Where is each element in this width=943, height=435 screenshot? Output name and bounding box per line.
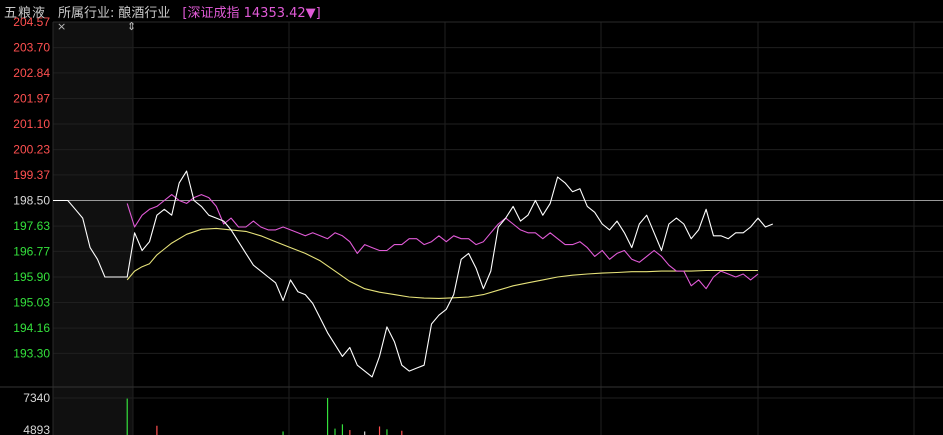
plot-background (53, 0, 943, 435)
price-axis-labels: 204.57203.70202.84201.97201.10200.23199.… (13, 15, 50, 360)
price-tick-label: 198.50 (13, 194, 50, 208)
price-tick-label: 200.23 (13, 143, 50, 157)
price-tick-label: 203.70 (13, 41, 50, 55)
price-tick-label: 195.03 (13, 296, 50, 310)
price-tick-label: 196.77 (13, 244, 50, 258)
price-tick-label: 202.84 (13, 66, 50, 80)
chart-grid (0, 0, 943, 435)
price-tick-label: 199.37 (13, 168, 50, 182)
price-tick-label: 201.97 (13, 91, 50, 105)
volume-tick-label: 7340 (23, 391, 50, 405)
price-tick-label: 197.63 (13, 219, 50, 233)
industry-name[interactable]: 酿酒行业 (118, 2, 170, 21)
intraday-chart: 204.57203.70202.84201.97201.10200.23199.… (0, 0, 943, 435)
stock-name: 五粮液 (4, 5, 47, 21)
price-tick-label: 201.10 (13, 117, 50, 131)
volume-tick-label: 4893 (23, 423, 50, 435)
resize-handle-icon[interactable]: ⇕ (127, 20, 136, 34)
chart-header: 五粮液 所属行业: 酿酒行业 [深证成指 14353.42▼] (0, 0, 321, 22)
pre-open-band (53, 22, 133, 435)
close-icon[interactable]: × (57, 20, 66, 34)
industry-label: 所属行业: (58, 5, 115, 21)
price-tick-label: 195.90 (13, 270, 50, 284)
price-tick-label: 193.30 (13, 346, 50, 360)
index-quote[interactable]: [深证成指 14353.42▼] (182, 2, 320, 21)
price-tick-label: 194.16 (13, 321, 50, 335)
volume-axis-labels: 7340 4893 (23, 391, 50, 435)
